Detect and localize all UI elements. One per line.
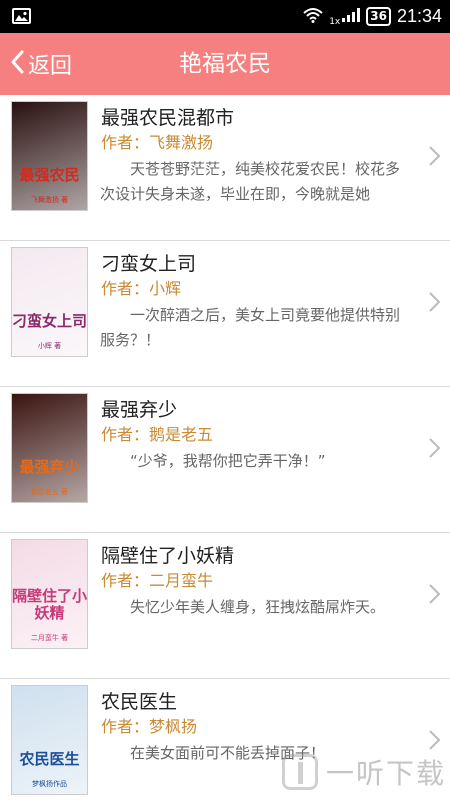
back-button[interactable]: 返回	[10, 33, 72, 95]
cover-title: 农民医生	[19, 750, 80, 768]
status-time: 21:34	[396, 6, 442, 26]
cover-author: 飞舞激扬 著	[30, 196, 69, 204]
chevron-left-icon	[10, 50, 24, 78]
book-title: 最强农民混都市	[101, 107, 235, 129]
book-title: 农民医生	[101, 691, 178, 713]
book-list: 最强农民 飞舞激扬 著 最强农民混都市 作者：飞舞激扬 天苍苍野茫茫，纯美校花爱…	[0, 95, 450, 800]
book-title: 刁蛮女上司	[101, 253, 197, 275]
cover-author: 二月蛮牛 著	[30, 634, 69, 642]
watermark-logo-icon	[281, 754, 318, 790]
signal-icon	[342, 7, 361, 26]
app-header: 艳福农民 返回	[0, 33, 450, 95]
watermark-text: 一听下载	[325, 757, 446, 790]
book-author: 作者：鹅是老五	[101, 425, 214, 444]
watermark: 一听下载	[281, 752, 446, 792]
book-author: 作者：小辉	[101, 279, 182, 298]
book-cover: 最强农民 飞舞激扬 著	[11, 101, 88, 211]
book-item[interactable]: 最强农民 飞舞激扬 著 最强农民混都市 作者：飞舞激扬 天苍苍野茫茫，纯美校花爱…	[0, 95, 450, 241]
book-cover: 隔壁住了小妖精 二月蛮牛 著	[11, 539, 88, 649]
book-description: 失忆少年美人缠身，狂拽炫酷屌炸天。	[130, 598, 386, 616]
cover-author: 梦枫扬作品	[32, 780, 67, 788]
chevron-right-icon	[428, 145, 442, 167]
cover-title: 最强农民	[19, 166, 80, 184]
book-cover: 最强弃少 鹅是老五 著	[11, 393, 88, 503]
book-title: 隔壁住了小妖精	[101, 545, 235, 567]
cover-author: 小辉 著	[37, 342, 62, 350]
chevron-right-icon	[428, 437, 442, 459]
chevron-right-icon	[428, 583, 442, 605]
book-description: 一次醉酒之后，美女上司竟要他提供特别服务？！	[100, 306, 401, 349]
chevron-right-icon	[428, 291, 442, 313]
book-description: “少爷，我帮你把它弄干净！”	[130, 452, 326, 470]
cover-title: 最强弃少	[19, 458, 80, 476]
chevron-right-icon	[428, 729, 442, 751]
book-description: 天苍苍野茫茫，纯美校花爱农民！校花多次设计失身未遂，毕业在即，今晚就是她	[100, 160, 401, 203]
book-item[interactable]: 刁蛮女上司 小辉 著 刁蛮女上司 作者：小辉 一次醉酒之后，美女上司竟要他提供特…	[0, 241, 450, 387]
book-cover: 刁蛮女上司 小辉 著	[11, 247, 88, 357]
book-cover: 农民医生 梦枫扬作品	[11, 685, 88, 795]
network-type-label: 1x	[329, 17, 341, 27]
back-label: 返回	[28, 54, 73, 79]
gallery-notification-icon	[12, 8, 31, 24]
cover-title: 刁蛮女上司	[12, 312, 88, 330]
book-author: 作者：飞舞激扬	[101, 133, 214, 152]
book-author: 作者：梦枫扬	[101, 717, 198, 736]
wifi-icon	[303, 7, 323, 27]
battery-icon: 36	[366, 7, 391, 26]
book-title: 最强弃少	[101, 399, 178, 421]
cover-title: 隔壁住了小妖精	[12, 587, 88, 622]
book-item[interactable]: 隔壁住了小妖精 二月蛮牛 著 隔壁住了小妖精 作者：二月蛮牛 失忆少年美人缠身，…	[0, 533, 450, 679]
book-item[interactable]: 最强弃少 鹅是老五 著 最强弃少 作者：鹅是老五 “少爷，我帮你把它弄干净！”	[0, 387, 450, 533]
status-bar: 1x 36 21:34	[0, 0, 450, 33]
cover-author: 鹅是老五 著	[30, 488, 69, 496]
book-author: 作者：二月蛮牛	[101, 571, 214, 590]
